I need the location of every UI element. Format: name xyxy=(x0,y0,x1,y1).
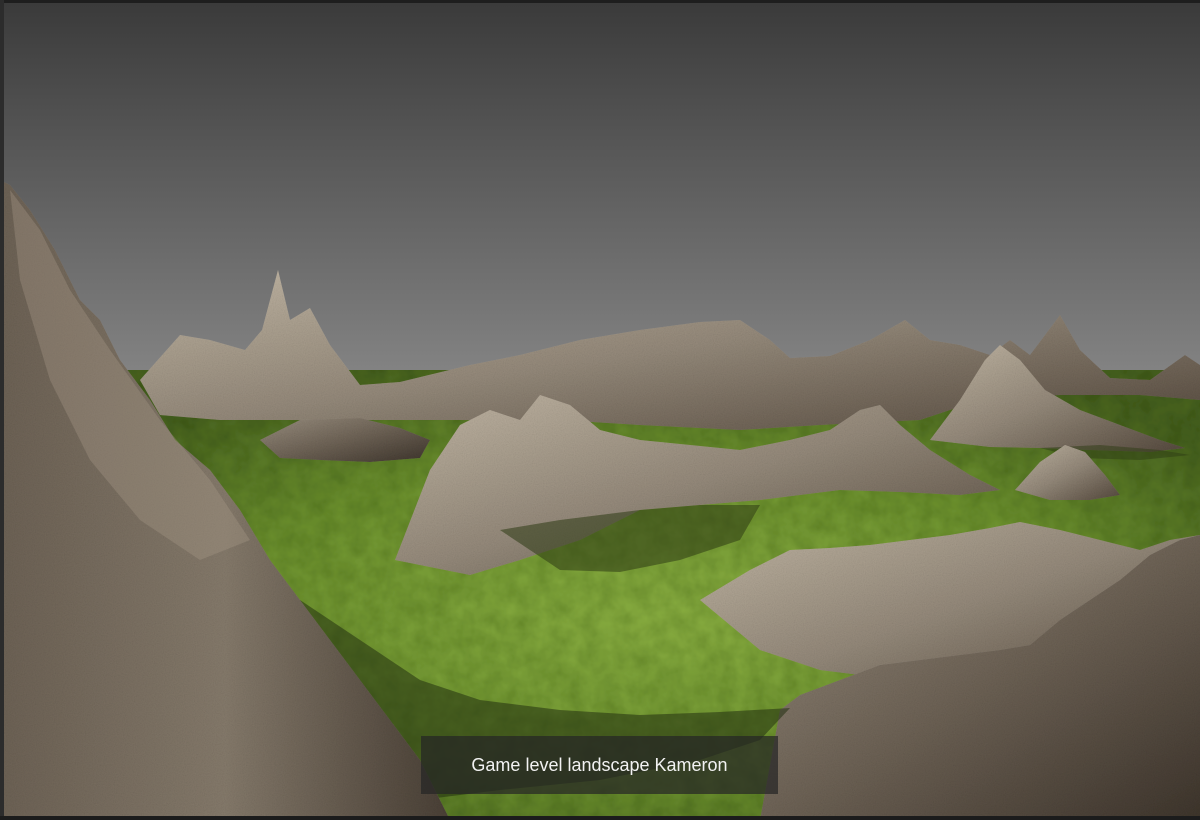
caption-overlay: Game level landscape Kameron xyxy=(421,736,778,794)
window-frame-top xyxy=(0,0,1200,3)
game-viewport[interactable]: Game level landscape Kameron xyxy=(0,0,1200,820)
window-frame-bottom xyxy=(0,816,1200,820)
caption-text: Game level landscape Kameron xyxy=(471,755,728,775)
window-frame-left xyxy=(0,0,4,820)
landscape-scene xyxy=(0,0,1200,820)
